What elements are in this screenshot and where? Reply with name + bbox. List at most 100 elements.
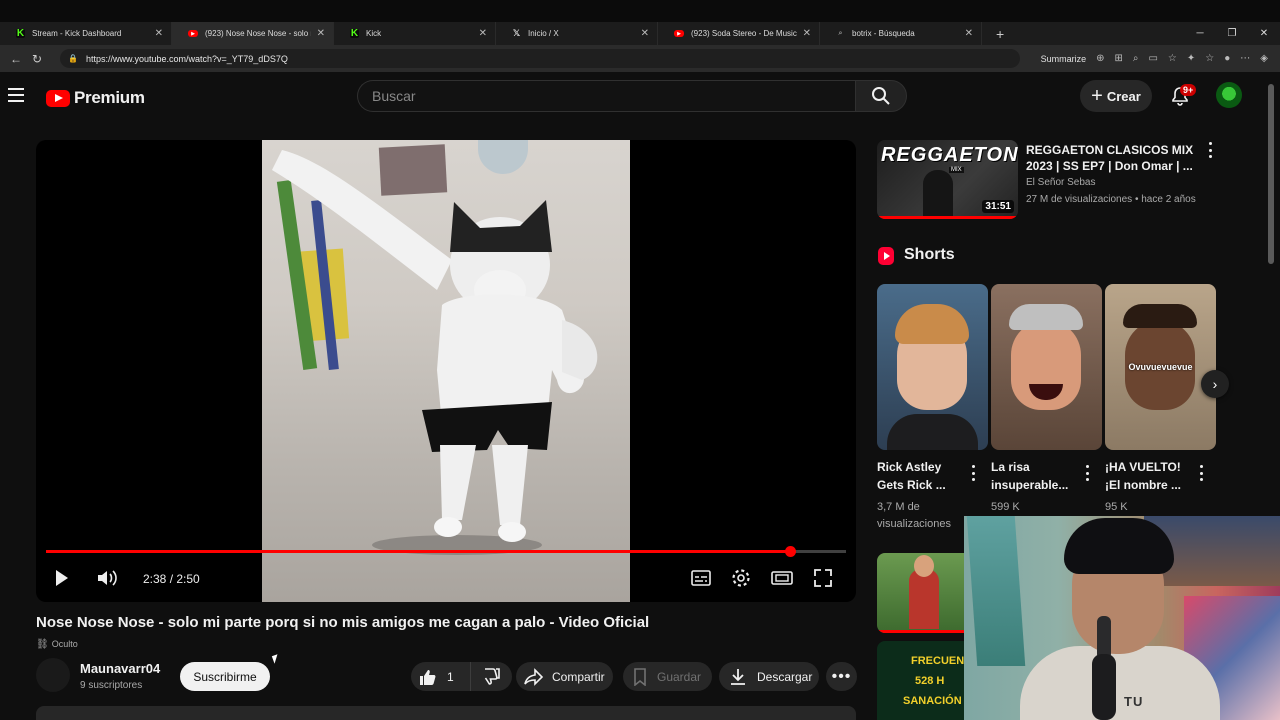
search-button[interactable] <box>855 80 907 112</box>
watch-progress <box>877 630 967 633</box>
channel-avatar[interactable] <box>36 658 70 692</box>
close-tab-icon[interactable]: ✕ <box>803 28 811 39</box>
save-button[interactable]: Guardar <box>623 662 712 691</box>
recommended-thumbnail[interactable] <box>877 553 967 633</box>
close-window-icon[interactable]: ✕ <box>1248 28 1280 39</box>
minimize-icon[interactable]: ─ <box>1184 28 1216 39</box>
short-thumbnail[interactable] <box>877 284 988 450</box>
create-button[interactable]: + Crear <box>1080 80 1152 112</box>
more-vertical-icon[interactable] <box>1082 465 1092 481</box>
link-icon: ⛓ <box>36 638 49 650</box>
search-input[interactable]: Buscar <box>357 80 855 112</box>
play-icon[interactable] <box>54 566 70 590</box>
menu-icon[interactable] <box>8 88 24 102</box>
copilot-icon[interactable]: ◈ <box>1260 53 1268 64</box>
browser-tab[interactable]: 𝕏 Inicio / X ✕ <box>496 22 658 45</box>
webcam-shirt-print: TU <box>1124 694 1144 709</box>
close-tab-icon[interactable]: ✕ <box>965 28 973 39</box>
tab-title: Kick <box>366 29 382 38</box>
youtube-logo[interactable]: Premium <box>46 88 145 108</box>
avatar[interactable] <box>1216 82 1242 108</box>
theater-mode-icon[interactable] <box>771 566 793 590</box>
close-tab-icon[interactable]: ✕ <box>155 28 163 39</box>
short-title[interactable]: La risa insuperable... <box>991 458 1081 494</box>
time-display: 2:38 / 2:50 <box>143 572 200 586</box>
tab-title: (923) Nose Nose Nose - solo mi p <box>205 29 311 38</box>
more-icon[interactable]: ⋯ <box>1240 53 1250 64</box>
video-duration: 31:51 <box>982 200 1014 213</box>
youtube-icon: ▶ <box>188 30 198 37</box>
favorite-icon[interactable]: ☆ <box>1168 53 1177 64</box>
save-label: Guardar <box>657 669 702 684</box>
browser-tab[interactable]: K Kick ✕ <box>334 22 496 45</box>
zoom-icon[interactable]: ⌕ <box>1133 53 1139 64</box>
browser-tab[interactable]: K Stream - Kick Dashboard ✕ <box>0 22 172 45</box>
close-tab-icon[interactable]: ✕ <box>641 28 649 39</box>
url-field[interactable]: 🔒 https://www.youtube.com/watch?v=_YT79_… <box>60 49 1020 68</box>
channel-name[interactable]: Maunavarr04 <box>80 661 160 676</box>
visibility-label: Oculto <box>51 639 78 649</box>
short-title[interactable]: Rick Astley Gets Rick ... <box>877 458 967 494</box>
search-icon <box>872 87 890 105</box>
chevron-right-icon[interactable]: › <box>1201 370 1229 398</box>
dislike-button[interactable] <box>471 662 511 691</box>
settings-gear-icon[interactable] <box>731 566 751 590</box>
thumbnail-text: 528 H <box>915 675 945 687</box>
short-hair <box>895 304 969 344</box>
subscribe-button[interactable]: Suscribirme <box>180 662 270 691</box>
progress-scrubber[interactable] <box>785 546 796 557</box>
recommended-title[interactable]: REGGAETON CLASICOS MIX 2023 | SS EP7 | D… <box>1026 142 1206 174</box>
visibility-badge: ⛓ Oculto <box>36 637 78 651</box>
back-icon[interactable]: ← <box>10 52 32 66</box>
progress-bar[interactable] <box>46 546 846 557</box>
shorts-icon <box>878 247 894 265</box>
recommended-channel[interactable]: El Señor Sebas <box>1026 177 1096 188</box>
more-vertical-icon[interactable] <box>968 465 978 481</box>
close-tab-icon[interactable]: ✕ <box>317 28 325 39</box>
reader-icon[interactable]: ▭ <box>1148 53 1157 64</box>
webcam-person-shirt <box>1020 646 1220 720</box>
recommended-thumbnail[interactable]: FRECUEN 528 H SANACIÓN V <box>877 641 967 720</box>
volume-icon[interactable] <box>96 566 118 590</box>
extensions-icon[interactable]: ✦ <box>1187 53 1195 64</box>
share-button[interactable]: Compartir <box>516 662 613 691</box>
close-tab-icon[interactable]: ✕ <box>479 28 487 39</box>
short-overlay-text: Ovuvuevuevue <box>1128 362 1193 372</box>
page-scrollbar[interactable] <box>1268 84 1274 264</box>
kick-icon: K <box>350 28 359 39</box>
subtitles-icon[interactable] <box>691 566 711 590</box>
bookmark-icon <box>634 667 646 686</box>
recommended-meta: 27 M de visualizaciones • hace 2 años <box>1026 194 1196 205</box>
video-player[interactable]: 2:38 / 2:50 <box>36 140 856 602</box>
recommended-thumbnail[interactable]: REGGAETON MIX 31:51 <box>877 140 1018 219</box>
browser-tab[interactable]: ▶ (923) Soda Stereo - De Musica Lig ✕ <box>658 22 820 45</box>
fullscreen-icon[interactable] <box>813 566 833 590</box>
more-vertical-icon[interactable] <box>1196 465 1206 481</box>
summarize-button[interactable]: Summarize <box>1041 54 1087 64</box>
thumbs-down-icon <box>484 667 500 685</box>
collections-icon[interactable]: ☆ <box>1205 53 1214 64</box>
download-button[interactable]: Descargar <box>719 662 819 691</box>
profile-icon[interactable]: ● <box>1224 53 1230 64</box>
browser-tab[interactable]: ⌕ botrix - Búsqueda ✕ <box>820 22 982 45</box>
tab-title: (923) Soda Stereo - De Musica Lig <box>691 29 797 38</box>
translate-icon[interactable]: ⊕ <box>1096 53 1104 64</box>
thumbnail-title-text: REGGAETON <box>881 144 1018 166</box>
apps-icon[interactable]: ⊞ <box>1114 53 1122 64</box>
video-title: Nose Nose Nose - solo mi parte porq si n… <box>36 614 650 631</box>
short-views: 3,7 M de visualizaciones <box>877 501 951 530</box>
short-title[interactable]: ¡HA VUELTO! ¡El nombre ... <box>1105 458 1195 494</box>
more-actions-button[interactable]: ••• <box>826 662 857 691</box>
short-thumbnail[interactable]: Ovuvuevuevue <box>1105 284 1216 450</box>
mouse-cursor <box>271 654 281 664</box>
new-tab-button[interactable]: + <box>996 26 1004 42</box>
more-horizontal-icon: ••• <box>831 667 852 685</box>
tab-title: Stream - Kick Dashboard <box>32 29 122 38</box>
description-box[interactable] <box>36 706 856 720</box>
short-thumbnail[interactable] <box>991 284 1102 450</box>
like-button[interactable]: 1 <box>411 662 471 691</box>
browser-tab-active[interactable]: ▶ (923) Nose Nose Nose - solo mi p ✕ <box>172 22 334 45</box>
more-vertical-icon[interactable] <box>1205 142 1215 158</box>
restore-icon[interactable]: ❐ <box>1216 28 1248 39</box>
refresh-icon[interactable]: ↻ <box>32 52 54 66</box>
